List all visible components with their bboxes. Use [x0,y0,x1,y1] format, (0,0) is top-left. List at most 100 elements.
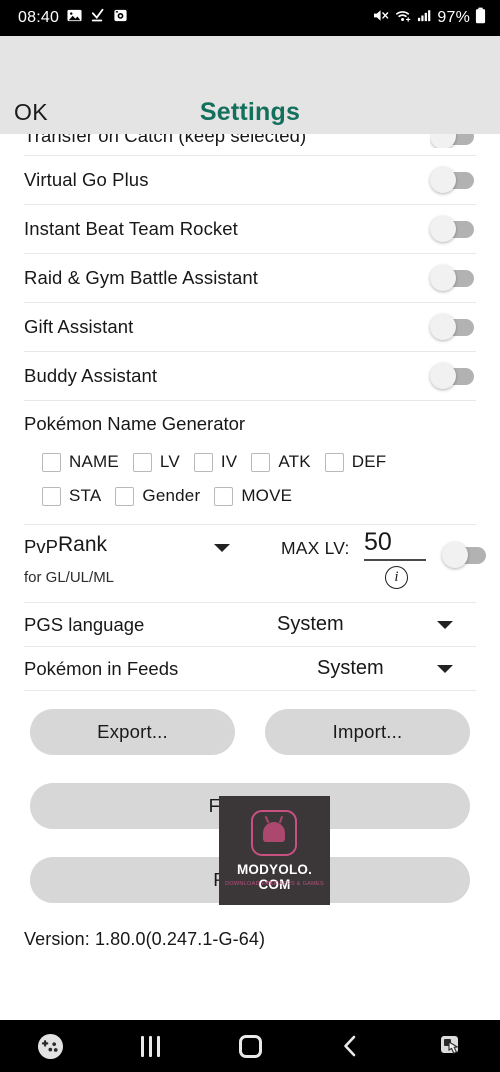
status-bar: 08:40 97% [0,0,500,36]
settings-row-label: Instant Beat Team Rocket [24,218,238,239]
settings-row-gift-assistant[interactable]: Gift Assistant [24,303,476,352]
settings-row-virtual-go-plus[interactable]: Virtual Go Plus [24,156,476,205]
screen-tap-icon[interactable] [400,1020,500,1072]
recents-bars [140,1035,160,1057]
checkbox-item-gender[interactable]: Gender [115,486,200,506]
battery-percent: 97% [437,9,470,26]
version-text: Version: 1.80.0(0.247.1-G-64) [24,929,266,949]
settings-row-label: Virtual Go Plus [24,169,149,190]
chevron-down-icon[interactable] [437,621,453,629]
toggle-thumb [430,216,456,242]
recents-icon[interactable] [100,1020,200,1072]
pvp-rank-row: PvP Rank for GL/UL/ML MAX LV: 50 i [24,525,486,603]
battery-icon [475,7,486,29]
download-complete-icon [90,8,105,28]
settings-row-instant-beat-team-rocket[interactable]: Instant Beat Team Rocket [24,205,476,254]
pgs-language-row[interactable]: PGS language System [24,603,476,647]
checkbox-item-lv[interactable]: LV [132,452,180,472]
watermark-overlay: MODYOLO. COM DOWNLOAD FREE APPS & GAMES [219,796,330,905]
app-header: OK Settings [0,36,500,134]
settings-row-raid-gym-battle-assistant[interactable]: Raid & Gym Battle Assistant [24,254,476,303]
android-robot-head [263,822,285,842]
wifi-icon [395,8,412,28]
status-bar-left: 08:40 [18,8,128,28]
checkbox-label: DEF [351,452,387,471]
checkbox-label: NAME [69,452,119,471]
name-generator-checkbox-row-2: STA Gender MOVE [42,479,476,513]
toggle-virtual-go-plus[interactable] [430,167,476,193]
max-lv-label: MAX LV: [281,538,350,558]
chevron-down-icon[interactable] [437,665,453,673]
settings-row-transfer-on-catch[interactable]: Transfer on Catch (keep selected) [24,134,476,156]
max-lv-value: 50 [364,528,392,556]
pokemon-in-feeds-row[interactable]: Pokémon in Feeds System [24,647,476,691]
system-navigation-bar [0,1020,500,1072]
export-button[interactable]: Export... [30,709,235,755]
toggle-gift-assistant[interactable] [430,314,476,340]
info-icon[interactable]: i [385,566,408,589]
chevron-down-icon[interactable] [214,544,230,552]
page-title: Settings [199,98,301,126]
status-bar-right: 97% [373,7,486,29]
toggle-buddy-assistant[interactable] [430,363,476,389]
toggle-raid-gym-battle-assistant[interactable] [430,265,476,291]
toggle-thumb [430,314,456,340]
back-icon[interactable] [300,1020,400,1072]
checkbox-item-name[interactable]: NAME [42,452,119,472]
name-generator-checkbox-row-1: NAME LV IV ATK DEF [42,445,476,479]
settings-row-label: Gift Assistant [24,316,134,337]
settings-list: Transfer on Catch (keep selected) Virtua… [0,134,500,691]
toggle-thumb [430,363,456,389]
checkbox-label: Gender [142,486,201,505]
home-icon[interactable] [200,1020,300,1072]
pokemon-name-generator-section: Pokémon Name Generator NAME LV IV ATK DE… [24,401,476,525]
settings-row-label: Buddy Assistant [24,365,158,386]
max-lv-input[interactable]: 50 [364,528,426,561]
checkbox-item-atk[interactable]: ATK [251,452,311,472]
settings-row-label: Transfer on Catch (keep selected) [24,134,307,146]
pvp-label: PvP [24,536,58,557]
import-button[interactable]: Import... [265,709,470,755]
pgs-language-value[interactable]: System [277,613,344,636]
checkbox-label: IV [220,452,238,471]
checkbox-box[interactable] [214,486,234,506]
toggle-instant-beat-team-rocket[interactable] [430,216,476,242]
checkbox-label: STA [69,486,102,505]
checkbox-box[interactable] [324,452,344,472]
checkbox-item-def[interactable]: DEF [324,452,387,472]
toggle-thumb [430,134,456,148]
pokemon-in-feeds-value[interactable]: System [317,657,384,680]
toggle-transfer-on-catch[interactable] [430,134,476,148]
checkbox-box[interactable] [42,452,61,472]
checkbox-box[interactable] [193,452,213,472]
toggle-thumb [430,265,456,291]
toggle-thumb [442,542,468,568]
camera-app-icon [113,8,128,28]
mute-icon [373,8,390,28]
game-controller-icon[interactable] [0,1020,100,1072]
watermark-text: MODYOLO. COM [236,862,313,892]
header-inner: OK Settings [0,82,500,134]
status-time: 08:40 [18,9,60,26]
pokemon-in-feeds-label: Pokémon in Feeds [24,657,179,679]
section-title: Pokémon Name Generator [24,413,246,434]
checkbox-box[interactable] [115,486,135,506]
checkbox-box[interactable] [132,452,152,472]
settings-row-buddy-assistant[interactable]: Buddy Assistant [24,352,476,401]
checkbox-label: LV [159,452,180,471]
checkbox-item-sta[interactable]: STA [42,486,101,506]
checkbox-item-move[interactable]: MOVE [214,486,292,506]
checkbox-item-iv[interactable]: IV [193,452,238,472]
pvp-sublabel: for GL/UL/ML [24,569,115,586]
watermark-subtext: DOWNLOAD FREE APPS & GAMES [225,881,324,887]
checkbox-box[interactable] [42,486,61,506]
home-square [238,1034,262,1058]
photo-icon [67,8,82,28]
export-import-button-pair: Export... Import... [30,709,470,755]
checkbox-box[interactable] [251,452,271,472]
toggle-pvp-rank[interactable] [442,542,488,568]
phone-screen: 08:40 97% Transfer on Catch (keep select… [0,0,500,1072]
android-robot-logo-icon [251,810,297,856]
toggle-thumb [430,167,456,193]
pvp-rank-dropdown-value[interactable]: Rank [58,533,107,557]
